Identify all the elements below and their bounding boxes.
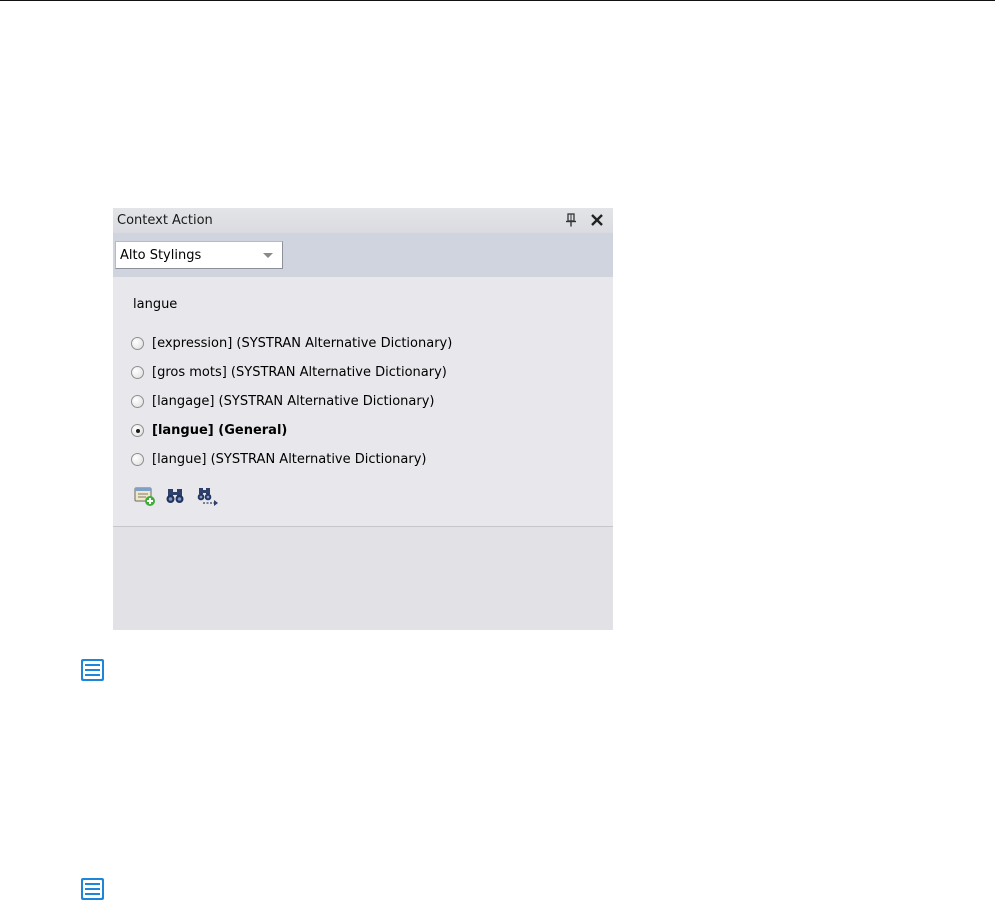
option-label: [langage] (SYSTRAN Alternative Dictionar… bbox=[152, 394, 435, 409]
option-label: [expression] (SYSTRAN Alternative Dictio… bbox=[152, 336, 453, 351]
note-list-icon bbox=[80, 877, 105, 901]
dictionary-dropdown[interactable]: Alto Stylings bbox=[115, 241, 283, 269]
page-top-rule bbox=[0, 0, 995, 1]
panel-toolbar: Alto Stylings bbox=[113, 233, 613, 277]
source-word: langue bbox=[133, 297, 178, 312]
find-next-icon[interactable] bbox=[197, 485, 221, 507]
find-icon[interactable] bbox=[165, 485, 189, 507]
radio-button[interactable] bbox=[131, 395, 144, 408]
context-action-panel: Context Action Alto Stylings langue [exp… bbox=[113, 208, 613, 630]
radio-button-checked[interactable] bbox=[131, 424, 144, 437]
option-label: [langue] (SYSTRAN Alternative Dictionary… bbox=[152, 452, 427, 467]
dropdown-selected-value: Alto Stylings bbox=[120, 248, 202, 263]
panel-content: langue [expression] (SYSTRAN Alternative… bbox=[113, 277, 613, 527]
radio-button[interactable] bbox=[131, 337, 144, 350]
radio-button[interactable] bbox=[131, 453, 144, 466]
close-icon[interactable] bbox=[589, 212, 605, 228]
note-list-icon bbox=[80, 658, 105, 682]
option-label: [langue] (General) bbox=[152, 423, 288, 438]
pin-icon[interactable] bbox=[565, 213, 577, 227]
chevron-down-icon bbox=[263, 253, 273, 258]
panel-title: Context Action bbox=[117, 213, 213, 228]
panel-titlebar: Context Action bbox=[113, 208, 613, 233]
option-label: [gros mots] (SYSTRAN Alternative Diction… bbox=[152, 365, 447, 380]
radio-button[interactable] bbox=[131, 366, 144, 379]
panel-empty-area bbox=[113, 527, 613, 630]
add-dictionary-entry-icon[interactable] bbox=[133, 485, 157, 507]
